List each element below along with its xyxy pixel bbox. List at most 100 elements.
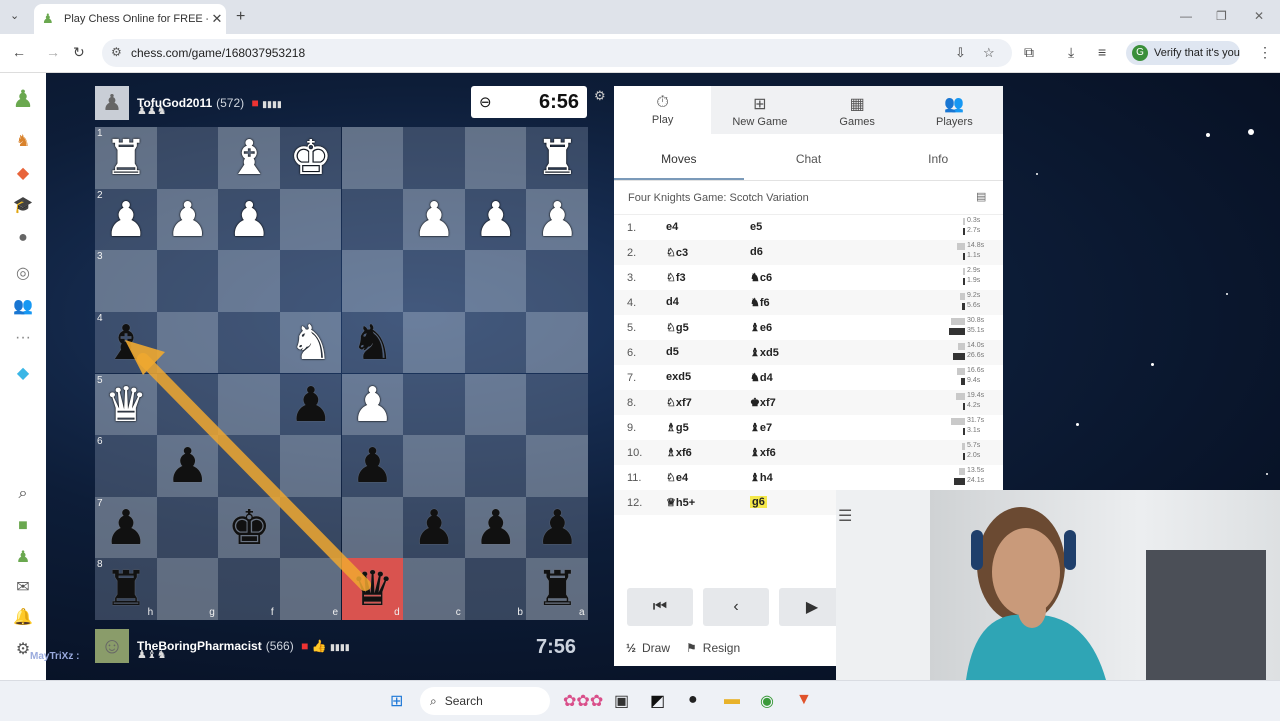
social-icon[interactable]: 👥: [11, 296, 35, 316]
white-move[interactable]: ♕h5+: [666, 496, 695, 509]
app-icon[interactable]: ◩: [650, 691, 665, 711]
bookmark-star-icon[interactable]: ☆: [983, 45, 995, 61]
white-move[interactable]: d5: [666, 346, 679, 358]
github-icon[interactable]: ●: [688, 691, 698, 709]
news-icon[interactable]: ◎: [11, 263, 35, 283]
white-move[interactable]: ♘e4: [666, 471, 688, 484]
book-icon[interactable]: ▤: [976, 190, 986, 203]
tab-new-game[interactable]: ⊞ New Game: [711, 86, 808, 134]
premium-diamond-icon[interactable]: ◆: [11, 363, 35, 383]
media-control-icon[interactable]: ≡: [1098, 44, 1106, 60]
previous-move-button[interactable]: ‹: [703, 588, 769, 626]
more-icon[interactable]: ···: [11, 329, 35, 347]
tab-search-chevron-icon[interactable]: ⌄: [10, 9, 19, 22]
download-icon[interactable]: ⤓: [1068, 44, 1074, 61]
resign-button[interactable]: Resign: [703, 641, 740, 655]
black-move[interactable]: ♝e6: [750, 321, 772, 334]
play-icon[interactable]: ♞: [11, 131, 35, 151]
black-move[interactable]: d6: [750, 246, 763, 258]
board-settings-gear-icon[interactable]: ⚙: [594, 88, 606, 104]
browser-menu-icon[interactable]: ⋮: [1258, 44, 1272, 61]
black-move[interactable]: e5: [750, 221, 762, 233]
subtab-moves[interactable]: Moves: [614, 140, 744, 180]
search-icon[interactable]: ⌕: [11, 485, 35, 503]
hamburger-menu-icon[interactable]: ☰: [838, 506, 852, 526]
minimize-icon[interactable]: —: [1180, 9, 1192, 23]
forward-arrow-icon[interactable]: →: [46, 44, 60, 60]
move-row: 3. ♘f3 ♞c6 2.9s 1.9s: [614, 265, 1003, 290]
black-move[interactable]: ♞f6: [750, 296, 770, 309]
black-move[interactable]: ♝h4: [750, 471, 773, 484]
tab-games[interactable]: ▦ Games: [809, 86, 906, 134]
white-time-bar: [959, 468, 965, 475]
close-window-icon[interactable]: ✕: [1254, 9, 1264, 23]
subtab-chat[interactable]: Chat: [744, 140, 874, 180]
messages-icon[interactable]: ✉: [11, 577, 35, 597]
verify-identity-button[interactable]: G Verify that it's you: [1126, 41, 1240, 65]
search-icon: ⌕: [430, 693, 437, 708]
taskbar-search[interactable]: ⌕ Search: [420, 687, 550, 715]
move-number: 2.: [627, 247, 637, 259]
reload-icon[interactable]: ↻: [73, 44, 85, 61]
black-move[interactable]: ♚xf7: [750, 396, 776, 409]
black-move[interactable]: ♝e7: [750, 421, 772, 434]
bottom-player-avatar[interactable]: ☺: [95, 629, 129, 663]
black-time-bar: [963, 428, 965, 435]
install-app-icon[interactable]: ⇩: [955, 45, 966, 61]
maximize-icon[interactable]: ❐: [1216, 9, 1227, 23]
opening-name[interactable]: Four Knights Game: Scotch Variation: [628, 192, 809, 204]
notifications-bell-icon[interactable]: 🔔: [11, 607, 35, 627]
tab-play[interactable]: ⏱ Play: [614, 86, 712, 134]
first-move-button[interactable]: ⏮: [627, 588, 693, 626]
close-tab-icon[interactable]: ✕: [208, 11, 226, 27]
address-bar[interactable]: ⚙ chess.com/game/168037953218 ⇩ ☆: [102, 39, 1012, 67]
tab-players[interactable]: 👥 Players: [906, 86, 1003, 134]
chesscom-logo-icon[interactable]: ♟: [11, 85, 35, 114]
move-row: 1. e4 e5 0.3s 2.7s: [614, 215, 1003, 240]
back-arrow-icon[interactable]: ←: [12, 44, 26, 60]
learn-icon[interactable]: 🎓: [11, 195, 35, 215]
white-move[interactable]: ♘c3: [666, 246, 688, 259]
chrome-icon[interactable]: ◉: [760, 691, 774, 711]
watch-icon[interactable]: ●: [11, 229, 35, 247]
flowers-widget-icon[interactable]: ✿✿✿: [563, 691, 603, 711]
browser-tab[interactable]: ♟ Play Chess Online for FREE - 2 P ✕: [34, 4, 226, 34]
skip-back-icon: ⏮: [652, 598, 668, 615]
black-move[interactable]: ♝xf6: [750, 446, 776, 459]
stopwatch-icon: ⏱: [656, 94, 669, 111]
white-move[interactable]: e4: [666, 221, 678, 233]
white-move[interactable]: d4: [666, 296, 679, 308]
move-number: 9.: [627, 422, 637, 434]
move-row: 11. ♘e4 ♝h4 13.5s 24.1s: [614, 465, 1003, 490]
black-move[interactable]: ♝xd5: [750, 346, 779, 359]
user-avatar-icon[interactable]: ■: [11, 517, 35, 535]
draw-button[interactable]: Draw: [642, 641, 670, 655]
black-move-time: 1.1s: [967, 252, 981, 259]
friends-icon[interactable]: ♟: [11, 547, 35, 567]
black-move[interactable]: g6: [750, 496, 767, 508]
white-move[interactable]: exd5: [666, 371, 691, 383]
move-row: 10. ♗xf6 ♝xf6 5.7s 2.0s: [614, 440, 1003, 465]
top-player-avatar[interactable]: ♟: [95, 86, 129, 120]
white-move[interactable]: ♗xf6: [666, 446, 692, 459]
black-move[interactable]: ♞d4: [750, 371, 773, 384]
brave-icon[interactable]: ▼: [796, 691, 812, 709]
black-move[interactable]: ♞c6: [750, 271, 772, 284]
move-number: 3.: [627, 272, 637, 284]
site-info-icon[interactable]: ⚙: [111, 45, 122, 59]
white-move[interactable]: ♗g5: [666, 421, 689, 434]
new-tab-plus-icon[interactable]: +: [236, 8, 245, 26]
white-move[interactable]: ♘f3: [666, 271, 686, 284]
file-explorer-icon[interactable]: ▬: [724, 691, 740, 709]
white-move-time: 0.3s: [967, 217, 981, 224]
move-arrow: [125, 340, 371, 591]
black-time-bar: [961, 378, 965, 385]
puzzles-icon[interactable]: ◆: [11, 163, 35, 183]
task-view-icon[interactable]: ▣: [614, 691, 629, 711]
resign-flag-icon: ⚑: [686, 641, 697, 655]
subtab-info[interactable]: Info: [873, 140, 1003, 180]
extensions-icon[interactable]: ⧉: [1024, 44, 1034, 61]
white-move[interactable]: ♘xf7: [666, 396, 692, 409]
windows-start-icon[interactable]: ⊞: [390, 691, 403, 711]
white-move[interactable]: ♘g5: [666, 321, 689, 334]
